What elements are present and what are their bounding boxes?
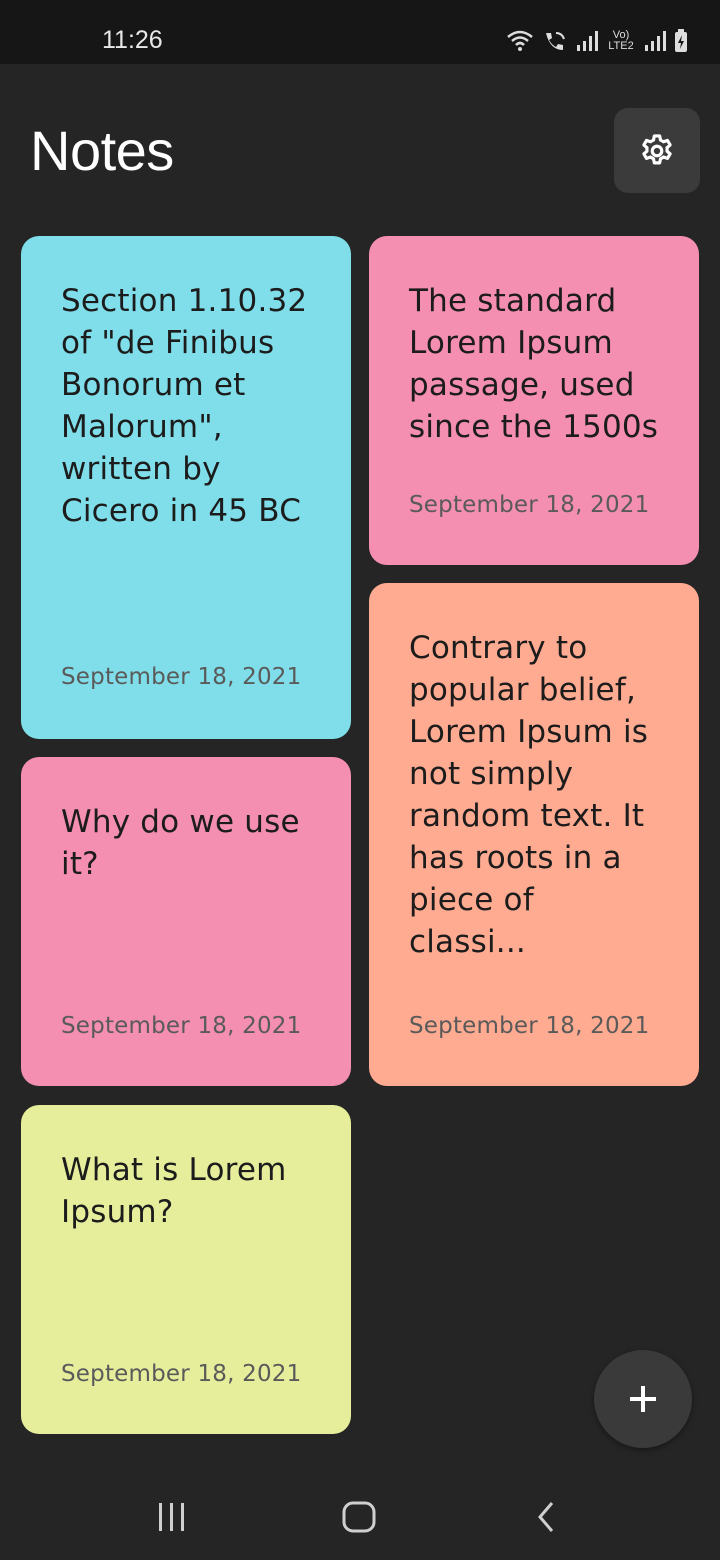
signal-icon: [577, 31, 598, 51]
note-card[interactable]: What is Lorem Ipsum? September 18, 2021: [21, 1105, 351, 1434]
status-icons: Vo) LTE2: [506, 26, 688, 56]
note-text: What is Lorem Ipsum?: [61, 1152, 287, 1230]
note-date: September 18, 2021: [61, 664, 302, 690]
note-date: September 18, 2021: [409, 1013, 650, 1039]
gear-icon: [642, 133, 672, 164]
home-icon: [342, 1501, 376, 1533]
note-text: The standard Lorem Ipsum passage, used s…: [409, 283, 659, 445]
note-card[interactable]: Contrary to popular belief, Lorem Ipsum …: [369, 583, 699, 1086]
note-date: September 18, 2021: [61, 1361, 302, 1387]
home-button[interactable]: [340, 1500, 378, 1538]
battery-charging-icon: [675, 29, 687, 52]
note-card[interactable]: Section 1.10.32 of "de Finibus Bonorum e…: [21, 236, 351, 739]
wifi-call-icon: [546, 32, 565, 50]
wifi-icon: [507, 30, 533, 51]
signal-icon: [645, 31, 666, 51]
settings-button[interactable]: [614, 108, 700, 193]
note-card[interactable]: Why do we use it? September 18, 2021: [21, 757, 351, 1086]
status-bar: 11:26 Vo) LTE2: [0, 0, 720, 64]
back-icon: [538, 1502, 554, 1532]
note-date: September 18, 2021: [61, 1013, 302, 1039]
note-text: Section 1.10.32 of "de Finibus Bonorum e…: [61, 283, 308, 529]
page-title: Notes: [30, 119, 174, 182]
note-date: September 18, 2021: [409, 492, 650, 518]
note-card[interactable]: The standard Lorem Ipsum passage, used s…: [369, 236, 699, 565]
recents-icon: [159, 1503, 184, 1531]
nav-bar: [0, 1470, 720, 1560]
recents-button[interactable]: [156, 1500, 188, 1538]
note-text: Contrary to popular belief, Lorem Ipsum …: [409, 630, 649, 960]
note-text: Why do we use it?: [61, 804, 300, 882]
add-note-button[interactable]: [594, 1350, 692, 1448]
network-type-label: Vo) LTE2: [608, 29, 634, 52]
plus-icon: [630, 1386, 656, 1412]
back-button[interactable]: [534, 1500, 560, 1538]
status-time: 11:26: [102, 26, 163, 54]
